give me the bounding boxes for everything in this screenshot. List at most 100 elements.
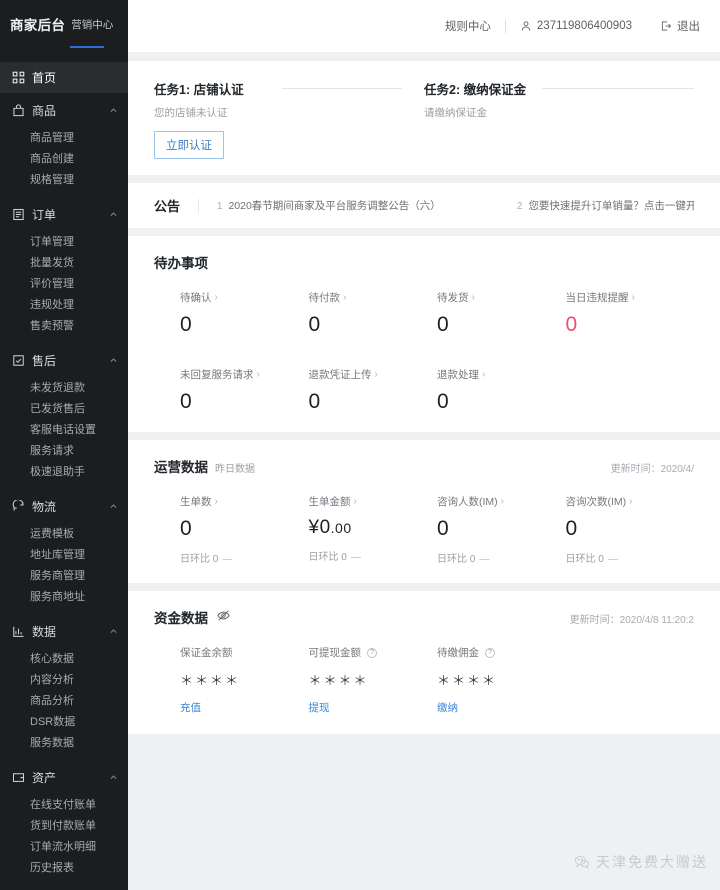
sidebar-subitem-1-0[interactable]: 商品管理 — [0, 128, 128, 149]
sidebar-item-0[interactable]: 首页 — [0, 62, 128, 93]
rules-center-link[interactable]: 规则中心 — [431, 18, 505, 34]
operations-stat[interactable]: 生单数 › 0 日环比 0— — [180, 494, 309, 565]
brand-header: 商家后台 营销中心 — [0, 0, 128, 48]
logout-icon — [660, 20, 672, 32]
funds-stat-label: 可提现金额 — [308, 647, 362, 659]
bag-icon — [12, 104, 25, 117]
sidebar-subitem-2-4[interactable]: 售卖预警 — [0, 316, 128, 337]
announcement-number: 1 — [216, 201, 223, 212]
grid-icon — [12, 71, 25, 84]
operations-stat[interactable]: 咨询次数(IM) › 0 日环比 0— — [566, 494, 695, 565]
todo-stat[interactable]: 退款处理 › 0 — [437, 367, 566, 414]
sidebar-subitem-4-1[interactable]: 地址库管理 — [0, 545, 128, 566]
sidebar-subitem-3-4[interactable]: 极速退助手 — [0, 462, 128, 483]
sidebar-subitem-5-2[interactable]: 商品分析 — [0, 691, 128, 712]
sidebar-subitem-3-3[interactable]: 服务请求 — [0, 441, 128, 462]
operations-stat[interactable]: 咨询人数(IM) › 0 日环比 0— — [437, 494, 566, 565]
funds-stat: 可提现金额? ＊＊＊＊ 提现 — [309, 645, 438, 716]
funds-stat-action-link[interactable]: 缴纳 — [437, 700, 458, 715]
sidebar-subitem-6-3[interactable]: 历史报表 — [0, 858, 128, 879]
task-desc: 请缴纳保证金 — [424, 107, 487, 119]
sidebar-subitem-4-0[interactable]: 运费模板 — [0, 524, 128, 545]
todo-stat[interactable]: 当日违规提醒 › 0 — [566, 290, 695, 337]
flat-trend-icon: — — [350, 552, 361, 563]
operations-stat-label: 咨询次数(IM) — [565, 496, 627, 508]
todo-stat-value: 0 — [180, 313, 193, 336]
funds-stat-value: ＊＊＊＊ — [437, 673, 498, 688]
sidebar-subitem-2-2[interactable]: 评价管理 — [0, 274, 128, 295]
funds-stat-label-wrap: 待缴佣金? — [437, 645, 566, 660]
funds-stat: 保证金余额 ＊＊＊＊ 充值 — [180, 645, 309, 716]
sidebar-item-2[interactable]: 订单 — [0, 199, 128, 230]
chevron-up-icon[interactable] — [109, 627, 118, 636]
todo-stat-label: 退款凭证上传 — [308, 369, 372, 381]
sidebar-subitem-3-0[interactable]: 未发货退款 — [0, 378, 128, 399]
funds-stat: 待缴佣金? ＊＊＊＊ 缴纳 — [437, 645, 566, 716]
chevron-up-icon[interactable] — [109, 106, 118, 115]
user-icon — [520, 20, 532, 32]
todo-stat[interactable]: 未回复服务请求 › 0 — [180, 367, 309, 414]
sidebar-item-4[interactable]: 物流 — [0, 491, 128, 522]
sidebar-subitem-4-3[interactable]: 服务商地址 — [0, 587, 128, 608]
announcement-item[interactable]: 2 您要快速提升订单销量？点击一键开通小店广告渠道~ — [517, 198, 694, 213]
funds-stat-label-wrap: 可提现金额? — [309, 645, 438, 660]
todo-stat[interactable]: 待付款 › 0 — [309, 290, 438, 337]
sidebar-subitem-2-3[interactable]: 违规处理 — [0, 295, 128, 316]
operations-stat-compare: 日环比 0 — [565, 554, 604, 565]
chevron-up-icon[interactable] — [109, 502, 118, 511]
sidebar-subitem-6-0[interactable]: 在线支付账单 — [0, 795, 128, 816]
verify-store-button[interactable]: 立即认证 — [154, 131, 224, 159]
chevron-up-icon[interactable] — [109, 356, 118, 365]
sidebar-item-label: 资产 — [32, 771, 57, 785]
info-icon[interactable]: ? — [485, 647, 495, 658]
funds-stat-action-link[interactable]: 充值 — [180, 700, 201, 715]
todo-stat-value: 0 — [180, 390, 193, 413]
todo-stat-value: 0 — [437, 390, 450, 413]
sidebar-item-5[interactable]: 数据 — [0, 616, 128, 647]
logout-button[interactable]: 退出 — [646, 18, 714, 34]
sidebar-item-3[interactable]: 售后 — [0, 345, 128, 376]
sidebar-subitem-6-2[interactable]: 订单流水明细 — [0, 837, 128, 858]
todo-stat[interactable]: 待确认 › 0 — [180, 290, 309, 337]
operations-card: 运营数据 昨日数据 更新时间：2020/4/ 生单数 › 0 日环比 0— 生单金额 › ¥… — [128, 440, 720, 583]
watermark-text: 天津免费大赠送 — [596, 854, 708, 870]
sidebar-subitem-5-4[interactable]: 服务数据 — [0, 733, 128, 754]
sidebar-subitem-1-2[interactable]: 规格管理 — [0, 170, 128, 191]
announcement-item[interactable]: 1 2020春节期间商家及平台服务调整公告（六） — [217, 198, 517, 213]
funds-stat-value: ＊＊＊＊ — [308, 673, 369, 688]
operations-stat-compare-wrap: 日环比 0— — [566, 550, 695, 565]
chevron-up-icon[interactable] — [109, 210, 118, 219]
sidebar-subitem-3-1[interactable]: 已发货售后 — [0, 399, 128, 420]
funds-stat-action-link[interactable]: 提现 — [309, 700, 330, 715]
sidebar-subitem-6-1[interactable]: 货到付款账单 — [0, 816, 128, 837]
funds-stat-label: 保证金余额 — [180, 647, 233, 659]
sidebar-subitem-2-1[interactable]: 批量发货 — [0, 253, 128, 274]
sidebar-subnav-3: 未发货退款 已发货售后 客服电话设置 服务请求 极速退助手 — [0, 376, 128, 489]
sidebar-subitem-5-3[interactable]: DSR数据 — [0, 712, 128, 733]
info-icon[interactable]: ? — [367, 647, 377, 658]
sidebar-subitem-2-0[interactable]: 订单管理 — [0, 232, 128, 253]
brand-title: 商家后台 — [10, 18, 66, 33]
sidebar-subitem-4-2[interactable]: 服务商管理 — [0, 566, 128, 587]
brand-active-underline — [70, 46, 104, 48]
eye-off-icon[interactable] — [216, 608, 231, 623]
chevron-right-icon: › — [471, 292, 475, 303]
sidebar-item-6[interactable]: 资产 — [0, 762, 128, 793]
sidebar-subitem-1-1[interactable]: 商品创建 — [0, 149, 128, 170]
todo-stat[interactable]: 待发货 › 0 — [437, 290, 566, 337]
funds-stats-grid: 保证金余额 ＊＊＊＊ 充值 可提现金额? ＊＊＊＊ 提现 待缴佣金? ＊＊＊＊ 缴纳 — [128, 631, 720, 734]
chevron-up-icon[interactable] — [109, 773, 118, 782]
operations-stat[interactable]: 生单金额 › ¥0.00 日环比 0— — [309, 494, 438, 565]
operations-stat-label-wrap: 咨询人数(IM) › — [437, 494, 566, 509]
todo-stat[interactable]: 退款凭证上传 › 0 — [309, 367, 438, 414]
operations-subtitle: 昨日数据 — [215, 464, 255, 475]
account-info[interactable]: 237119806400903 — [506, 20, 646, 32]
sidebar-subitem-3-2[interactable]: 客服电话设置 — [0, 420, 128, 441]
operations-stat-compare-wrap: 日环比 0— — [437, 550, 566, 565]
app-root: 商家后台 营销中心 首页 商品 商品管理 商品创建 规格管理订单 订单管理 批量发货 评价管理… — [0, 0, 720, 890]
sidebar-item-1[interactable]: 商品 — [0, 95, 128, 126]
brand-subtitle[interactable]: 营销中心 — [71, 17, 113, 32]
sidebar-subnav-2: 订单管理 批量发货 评价管理 违规处理 售卖预警 — [0, 230, 128, 343]
sidebar-subitem-5-0[interactable]: 核心数据 — [0, 649, 128, 670]
sidebar-subitem-5-1[interactable]: 内容分析 — [0, 670, 128, 691]
